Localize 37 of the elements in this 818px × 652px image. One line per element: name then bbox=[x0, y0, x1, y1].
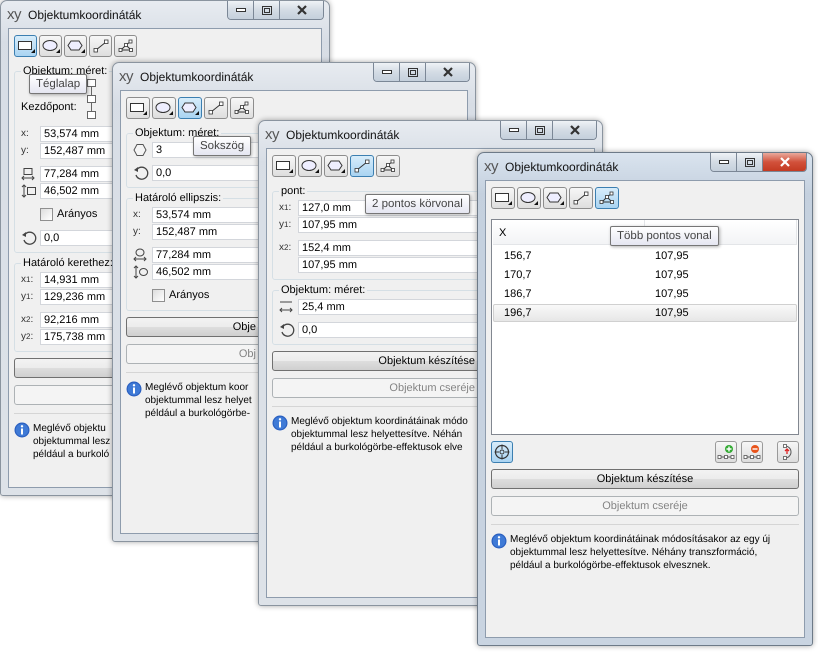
table-cell-text: 170,7 bbox=[503, 269, 533, 281]
group-title: Objektum: méret: bbox=[22, 65, 108, 77]
group-title: Objektum: méret: bbox=[134, 127, 220, 139]
table-cell-text: 107,95 bbox=[654, 307, 690, 319]
field-label: y: bbox=[21, 145, 29, 156]
checkbox-label: Arányos bbox=[169, 289, 210, 301]
group-title: pont: bbox=[280, 185, 306, 197]
tooltip: 2 pontos körvonal bbox=[365, 194, 470, 214]
tooltip: Téglalap bbox=[29, 74, 88, 94]
group-title: Határoló kerethez: bbox=[22, 257, 114, 269]
field-label: x: bbox=[133, 209, 141, 220]
info-text: Meglévő objektum koor objektummal lesz helyet például a burkológörbe- bbox=[145, 381, 252, 420]
window-title: Objektumkoordináták bbox=[28, 8, 142, 22]
table-cell-text: 107,95 bbox=[654, 250, 690, 262]
window-title: Objektumkoordináták bbox=[505, 160, 618, 174]
table-cell-text: 186,7 bbox=[503, 288, 533, 300]
group-title: Objektum: méret: bbox=[280, 284, 366, 296]
app-icon: xy bbox=[119, 68, 133, 85]
app-icon: xy bbox=[7, 6, 21, 23]
group-title: Határoló ellipszis: bbox=[134, 192, 222, 204]
info-text: Meglévő objektum koordinátáinak módosításakor az egy új objektummal lesz helyettesítve. Néhány transzformáció, például a burkológörbe-effektusok elvesznek. bbox=[510, 533, 770, 572]
table-cell-text: 107,95 bbox=[654, 269, 690, 281]
tooltip: Több pontos vonal bbox=[610, 226, 719, 246]
field-label: Kezdőpont: bbox=[21, 101, 77, 113]
table-cell-text: 156,7 bbox=[503, 250, 533, 262]
window-title: Objektumkoordináták bbox=[286, 128, 400, 142]
tooltip: Sokszög bbox=[193, 136, 252, 156]
info-text: Meglévő objektu objektummal lesz például a burkoló bbox=[33, 422, 110, 461]
app-icon: xy bbox=[265, 126, 279, 143]
info-text: Meglévő objektum koordinátáinak módo objektummal lesz helyettesítve. Néhán például a burkológörbe-effektusok elve bbox=[291, 415, 468, 454]
table-cell-text: 196,7 bbox=[503, 307, 533, 319]
app-icon: xy bbox=[484, 158, 498, 175]
field-label: y: bbox=[133, 226, 141, 237]
window-title: Objektumkoordináták bbox=[140, 70, 254, 84]
table-cell-text: 107,95 bbox=[654, 288, 690, 300]
field-label: x: bbox=[21, 128, 29, 139]
checkbox-label: Arányos bbox=[57, 208, 98, 220]
